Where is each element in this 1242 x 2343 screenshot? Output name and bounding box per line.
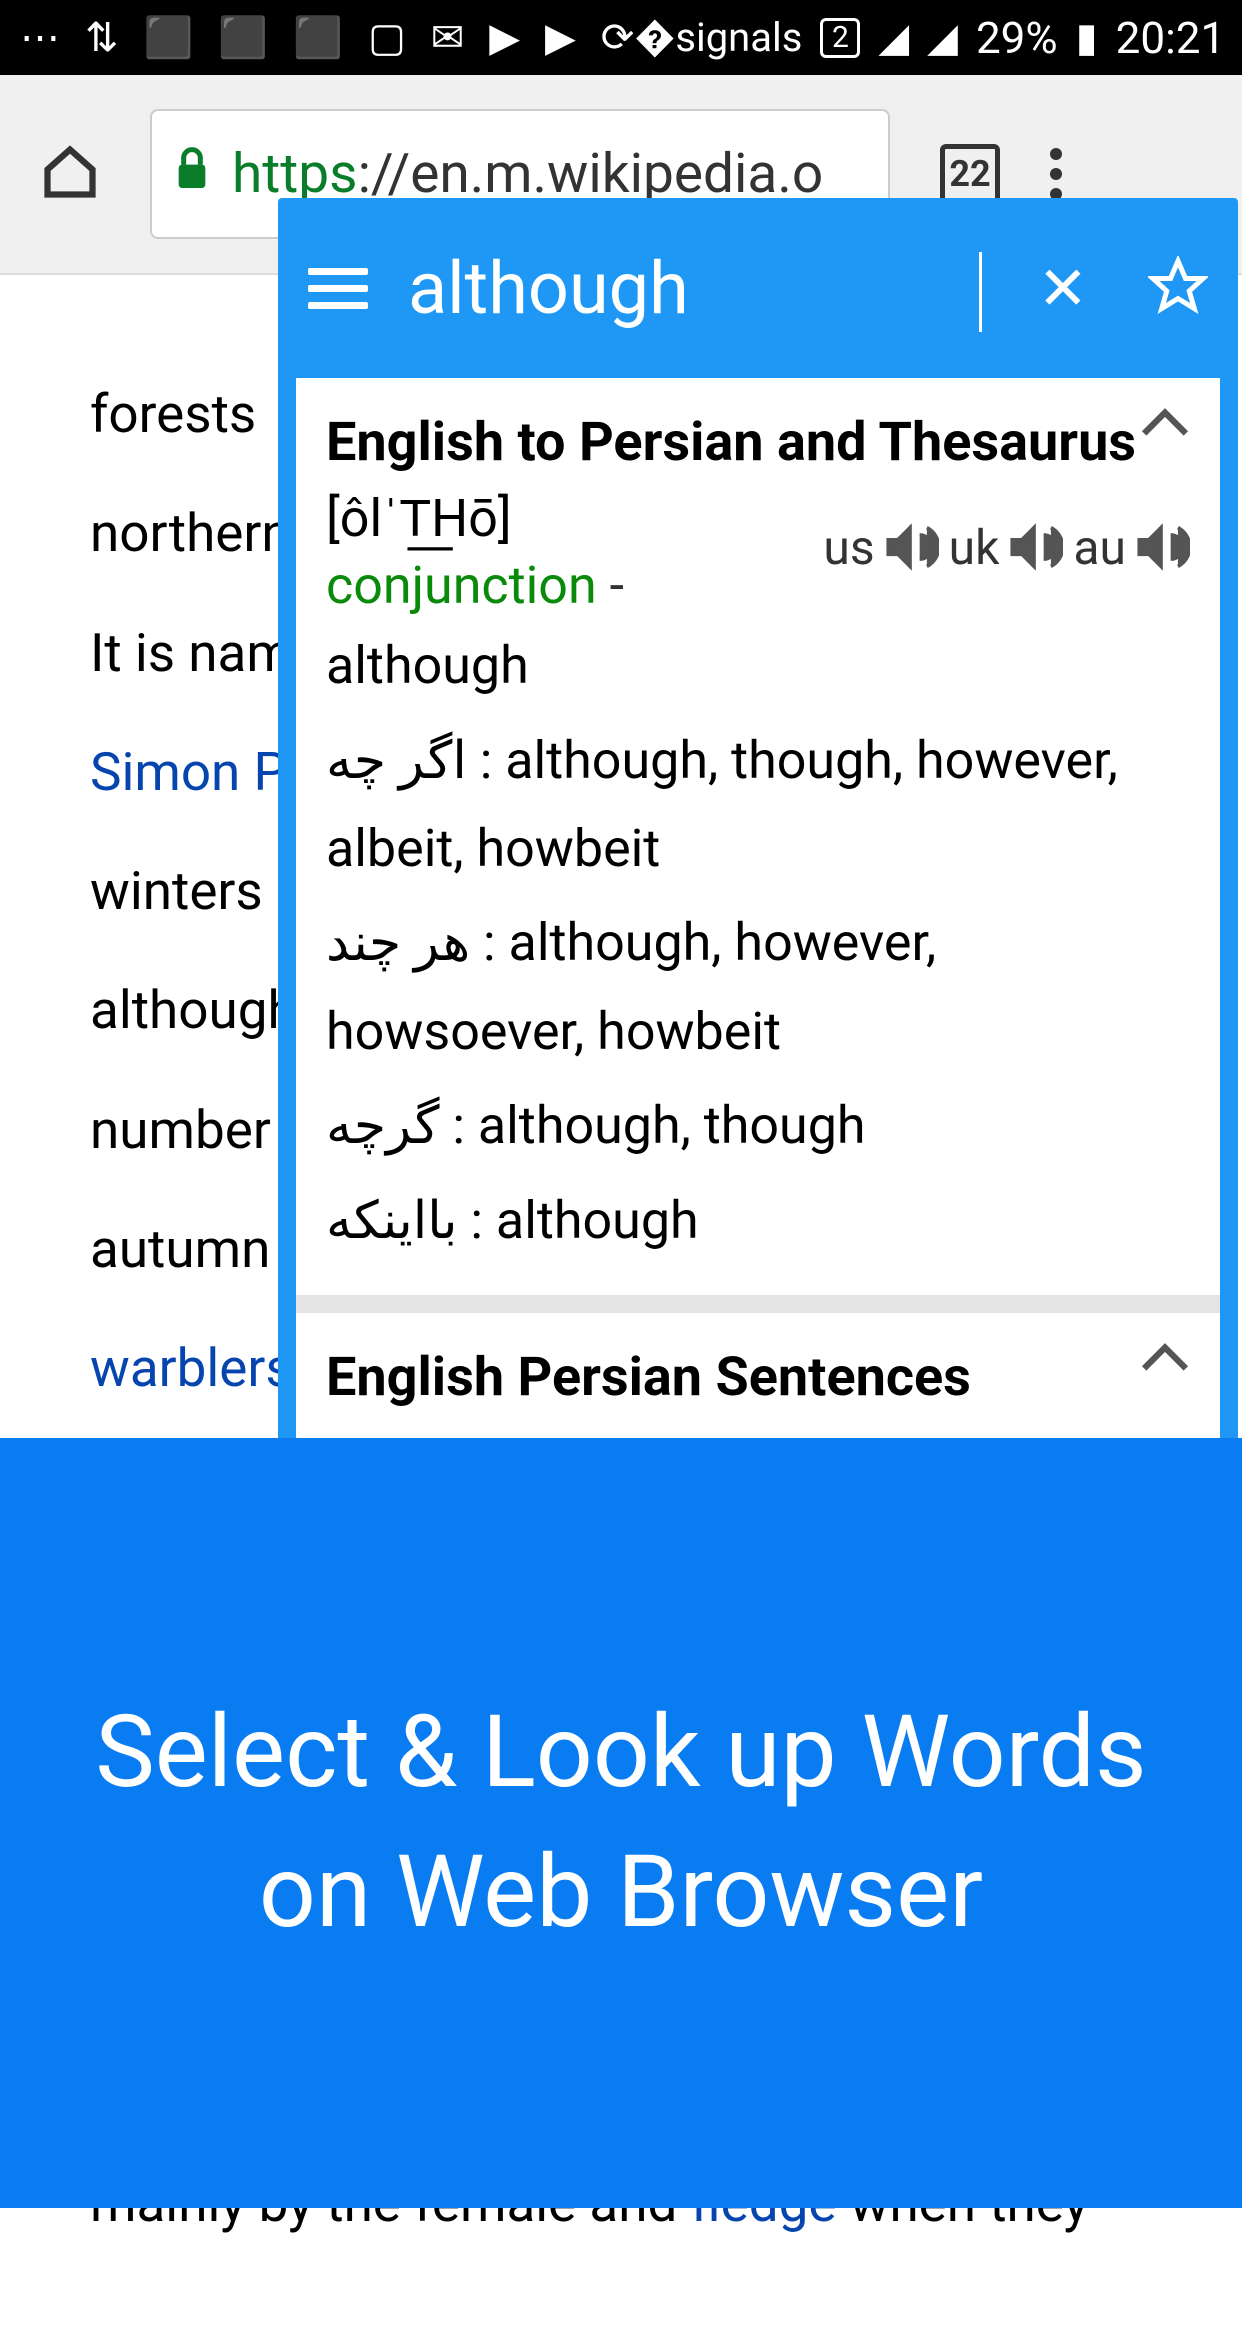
dictionary-body[interactable]: English to Persian and Thesaurus [ôlˈT͟H… — [296, 378, 1220, 1550]
collapse-button[interactable] — [1140, 1343, 1190, 1377]
clear-button[interactable]: ✕ — [1018, 243, 1108, 334]
notification-icon: ⋯ — [20, 14, 60, 61]
keyhole-icon: ⬛ — [218, 14, 268, 61]
collapse-button[interactable] — [1140, 408, 1190, 442]
page-text: forests — [90, 383, 256, 445]
page-text: northern — [90, 502, 291, 564]
definition-card: English to Persian and Thesaurus [ôlˈT͟H… — [296, 378, 1220, 1295]
definition-line: گرچه : although, though — [326, 1082, 1190, 1170]
sim-badge: 2 — [820, 18, 860, 58]
keyhole-icon: ⬛ — [293, 14, 343, 61]
favorite-button[interactable] — [1148, 256, 1208, 320]
battery-icon: ▮ — [1076, 14, 1098, 61]
lock-icon — [172, 144, 212, 204]
part-of-speech: conjunction — [326, 555, 597, 616]
page-text: It is nam — [90, 622, 293, 684]
audio-uk-button[interactable]: uk — [949, 518, 1064, 576]
headword: although — [326, 622, 1190, 710]
signal-icon: ◢ — [927, 14, 958, 61]
card-title: English to Persian and Thesaurus — [326, 408, 1136, 478]
wifi-icon: �signals — [634, 14, 802, 61]
dictionary-header: although ✕ — [278, 198, 1238, 378]
card-title: English Persian Sentences — [326, 1343, 971, 1413]
wiki-link[interactable]: Simon P — [90, 741, 287, 803]
tabs-button[interactable]: 22 — [940, 144, 1000, 204]
audio-row: us uk au — [823, 518, 1190, 576]
page-text: although — [90, 979, 297, 1041]
mail-icon: ✉ — [431, 14, 465, 61]
audio-us-button[interactable]: us — [823, 518, 938, 576]
sync-icon: ⟳ — [601, 14, 635, 61]
dictionary-popup: although ✕ English to Persian and Thesau… — [278, 198, 1238, 1568]
upload-icon: ⇅ — [85, 14, 119, 61]
definition-line: هر چند : although, however, howsoever, h… — [326, 899, 1190, 1076]
youtube-icon: ▶ — [545, 14, 576, 61]
banner-text: Select & Look up Words on Web Browser — [40, 1683, 1202, 1963]
signal-icon: ◢ — [878, 14, 909, 61]
url-text: https://en.m.wikipedia.o — [232, 142, 823, 206]
wiki-link[interactable]: warblers — [90, 1337, 293, 1399]
home-button[interactable] — [40, 142, 100, 206]
battery-percent: 29% — [976, 12, 1058, 64]
menu-button[interactable] — [308, 268, 368, 309]
android-status-bar: ⋯ ⇅ ⬛ ⬛ ⬛ ▢ ✉ ▶ ▶ ⟳ �signals 2 ◢ ◢ 29% ▮… — [0, 0, 1242, 75]
search-word-input[interactable]: although — [408, 246, 978, 331]
page-text: number — [90, 1099, 271, 1161]
image-icon: ▢ — [368, 14, 406, 61]
clock: 20:21 — [1116, 12, 1226, 64]
promo-banner: Select & Look up Words on Web Browser — [0, 1438, 1242, 2208]
audio-au-button[interactable]: au — [1073, 518, 1190, 576]
keyhole-icon: ⬛ — [144, 14, 194, 61]
definition-line: بااینکه : although — [326, 1177, 1190, 1265]
page-text: autumn — [90, 1218, 270, 1280]
definition-line: اگر چه : although, though, however, albe… — [326, 717, 1190, 894]
page-text: winters — [90, 860, 263, 922]
more-menu-button[interactable] — [1050, 148, 1062, 200]
youtube-icon: ▶ — [489, 14, 520, 61]
